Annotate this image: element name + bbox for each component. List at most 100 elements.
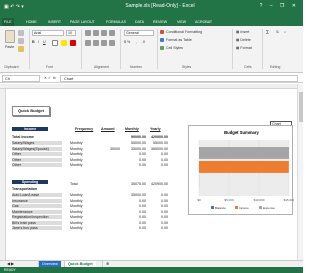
spending-row-yearly[interactable]: 0.00 [148, 204, 168, 208]
income-row-name[interactable]: Other [12, 157, 62, 162]
autosum-icon[interactable]: Σ [266, 30, 269, 36]
spending-row-name[interactable]: Gas [12, 204, 62, 208]
spending-row-frequency[interactable]: Monthly [70, 210, 83, 214]
align-middle-icon[interactable] [93, 30, 99, 36]
conditional-formatting-button[interactable]: Conditional Formatting [166, 30, 202, 34]
align-left-icon[interactable] [85, 40, 91, 46]
income-row-yearly[interactable]: 365000.00 [148, 147, 168, 151]
borders-icon[interactable] [52, 40, 58, 46]
fx-icon[interactable]: fx [53, 76, 56, 80]
merge-center-icon[interactable] [109, 40, 115, 46]
income-row-yearly[interactable]: 0.00 [148, 163, 168, 167]
font-size-select[interactable]: 10 [66, 30, 76, 36]
tab-home[interactable]: HOME [24, 18, 39, 26]
income-row-frequency[interactable]: Monthly [70, 163, 83, 167]
cancel-enter-icons[interactable]: ✕ ✓ [44, 76, 51, 80]
decimal-buttons[interactable]: .0 [142, 40, 145, 44]
spending-row-name[interactable]: Insurance [12, 198, 62, 203]
spending-row-yearly[interactable]: 0.00 [148, 199, 168, 203]
currency-button[interactable]: $ % [124, 40, 130, 44]
budget-summary-chart[interactable]: Budget Summary $0 $5,000 $10,000 $15,000 Bala… [188, 125, 295, 215]
spending-row-name[interactable]: Bill's train pass [12, 220, 62, 225]
spending-row-yearly[interactable]: 0.00 [148, 221, 168, 225]
spending-row-monthly[interactable]: 0.00 [118, 204, 146, 208]
tab-data[interactable]: DATA [133, 18, 146, 26]
formula-input[interactable]: Chart [60, 75, 298, 82]
spending-row-frequency[interactable]: Monthly [70, 226, 83, 230]
income-row-monthly[interactable]: 55000.00 [118, 141, 146, 145]
window-controls[interactable]: ? – ❐ ✕ [260, 3, 299, 9]
spending-row-monthly[interactable]: 0.00 [118, 210, 146, 214]
tab-page-layout[interactable]: PAGE LAYOUT [68, 18, 97, 26]
format-painter-icon[interactable] [18, 46, 24, 52]
spending-row-yearly[interactable]: 0.00 [148, 193, 168, 197]
income-row-frequency[interactable]: Monthly [70, 141, 83, 145]
cut-icon[interactable] [18, 30, 24, 36]
copy-icon[interactable] [18, 38, 24, 44]
income-row-amount[interactable]: 35000 [96, 147, 120, 151]
spending-row-monthly[interactable]: 35000.00 [118, 193, 146, 197]
tab-review[interactable]: REVIEW [151, 18, 169, 26]
insert-cells-button[interactable]: ▦ Insert [236, 30, 249, 34]
name-box[interactable]: Ch [2, 75, 40, 82]
scroll-thumb[interactable] [299, 92, 303, 122]
spending-row-monthly[interactable]: 0.00 [118, 215, 146, 219]
align-bottom-icon[interactable] [101, 30, 107, 36]
spending-row-yearly[interactable]: 0.00 [148, 226, 168, 230]
quick-budget-button[interactable]: Quick Budget [12, 106, 50, 116]
income-row-name[interactable]: Salary/Wages(Spouse) [12, 146, 62, 151]
find-select-icon[interactable]: ⌕ [284, 30, 286, 34]
spending-row-name[interactable]: Maintenance [12, 209, 62, 214]
fill-color-icon[interactable] [61, 40, 67, 46]
spending-total-monthly[interactable]: 35075.00 [118, 182, 146, 186]
spending-total-yearly[interactable]: 420900.00 [148, 182, 168, 186]
number-format-select[interactable]: General [124, 30, 154, 36]
tab-formulas[interactable]: FORMULAS [104, 18, 128, 26]
spending-row-frequency[interactable]: Monthly [70, 215, 83, 219]
tab-insert[interactable]: INSERT [46, 18, 63, 26]
spending-row-monthly[interactable]: 0.00 [118, 226, 146, 230]
income-row-frequency[interactable]: Monthly [70, 147, 83, 151]
format-cells-button[interactable]: ▦ Format [236, 46, 252, 50]
spending-row-frequency[interactable]: Monthly [70, 204, 83, 208]
tab-file[interactable]: FILE [2, 18, 14, 26]
italic-button[interactable]: I [38, 40, 39, 44]
income-row-yearly[interactable]: 55000.00 [148, 141, 168, 145]
vertical-scrollbar[interactable] [297, 84, 303, 260]
spending-row-name[interactable]: Auto Loan/Lease [12, 193, 62, 197]
bold-button[interactable]: B [32, 40, 35, 44]
delete-cells-button[interactable]: ▦ Delete [236, 38, 251, 42]
tab-acrobat[interactable]: ACROBAT [193, 18, 214, 26]
comma-button[interactable]: , [136, 40, 137, 44]
spending-row-yearly[interactable]: 0.00 [148, 215, 168, 219]
sort-filter-icon[interactable]: ⇅ [276, 30, 279, 34]
income-row-frequency[interactable]: Monthly [70, 158, 83, 162]
align-top-icon[interactable] [85, 30, 91, 36]
total-income-yearly[interactable]: 420000.00 [148, 135, 168, 139]
paste-label[interactable]: Paste [5, 45, 14, 49]
spending-row-monthly[interactable]: 0.00 [118, 199, 146, 203]
income-row-yearly[interactable]: 0.00 [148, 158, 168, 162]
spending-row-monthly[interactable]: 0.00 [118, 221, 146, 225]
income-row-monthly[interactable]: 0.00 [118, 158, 146, 162]
income-row-yearly[interactable]: 0.00 [148, 152, 168, 156]
income-row-name[interactable]: Salary/Wages [12, 141, 62, 145]
paste-icon[interactable] [5, 30, 15, 43]
cell-styles-button[interactable]: Cell Styles [166, 46, 183, 50]
align-right-icon[interactable] [101, 40, 107, 46]
spending-row-name[interactable]: Jane's bus pass [12, 226, 62, 230]
align-center-icon[interactable] [93, 40, 99, 46]
total-income-monthly[interactable]: 90000.00 [118, 135, 146, 139]
income-row-monthly[interactable]: 0.00 [118, 163, 146, 167]
income-row-name[interactable]: Other [12, 152, 62, 156]
income-row-monthly[interactable]: 0.00 [118, 152, 146, 156]
income-row-frequency[interactable]: Monthly [70, 152, 83, 156]
income-row-name[interactable]: Other [12, 163, 62, 167]
wrap-text-icon[interactable] [109, 30, 115, 36]
format-as-table-button[interactable]: Format as Table [166, 38, 192, 42]
font-name-select[interactable]: Arial [32, 30, 64, 36]
tab-view[interactable]: VIEW [175, 18, 188, 26]
spending-row-name[interactable]: Registration/Inspection [12, 215, 62, 219]
spending-row-frequency[interactable]: Monthly [70, 193, 83, 197]
font-color-icon[interactable] [70, 40, 76, 46]
